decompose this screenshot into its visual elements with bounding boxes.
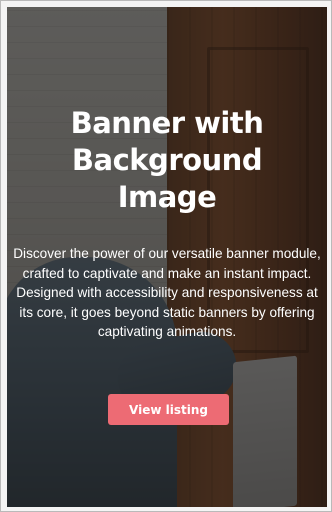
banner-title-line: Banner with xyxy=(70,106,264,140)
hero-banner: Banner with Background Image Discover th… xyxy=(7,7,327,507)
banner-title-line: Image xyxy=(117,180,217,214)
banner-title: Banner with Background Image xyxy=(7,105,327,216)
view-listing-button[interactable]: View listing xyxy=(108,394,229,425)
page-frame: Banner with Background Image Discover th… xyxy=(0,0,332,512)
banner-content: Banner with Background Image Discover th… xyxy=(7,7,327,507)
banner-description: Discover the power of our versatile bann… xyxy=(13,246,321,340)
banner-title-line: Background xyxy=(71,143,263,177)
